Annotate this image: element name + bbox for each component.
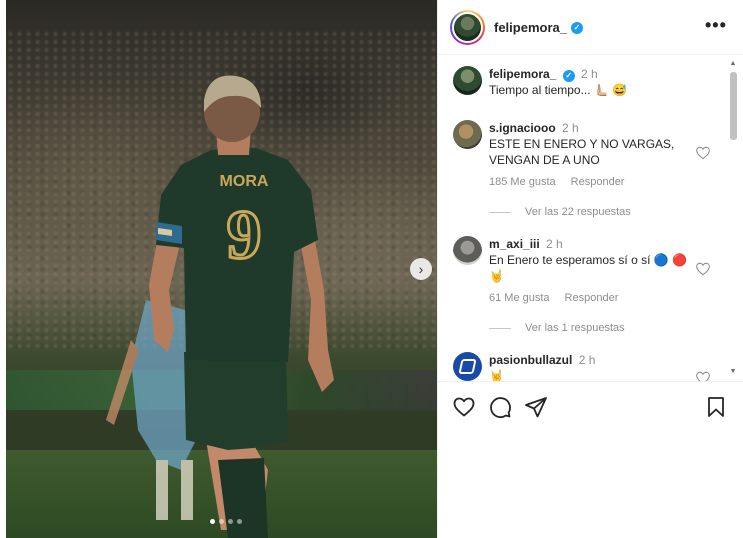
comment-icon[interactable] <box>488 395 512 419</box>
post-sidebar: felipemora_ ✓ ••• felipemora_ ✓ 2 h Tiem… <box>437 0 743 538</box>
avatar[interactable] <box>453 352 482 381</box>
verified-badge-icon: ✓ <box>570 21 583 34</box>
reply-button[interactable]: Responder <box>571 176 625 188</box>
share-icon[interactable] <box>524 395 548 419</box>
chevron-right-icon: › <box>418 261 424 277</box>
post-actions-bar <box>438 381 743 431</box>
player-figure: MORA 9 <box>106 75 334 538</box>
comment-text: En Enero te esperamos sí o sí 🔵 🔴 🤘 <box>489 253 687 283</box>
jersey-name: MORA <box>220 173 269 190</box>
replies-divider <box>489 327 511 329</box>
comment-text: Tiempo al tiempo... 🫷🏼 😅 <box>489 83 628 97</box>
comment-likes[interactable]: 61 Me gusta <box>489 292 550 304</box>
comment-likes[interactable]: 185 Me gusta <box>489 176 556 188</box>
like-comment-heart-icon[interactable] <box>695 145 711 161</box>
comments-scrollbar[interactable]: ▲ ▼ <box>728 60 738 380</box>
carousel-dot[interactable] <box>237 519 242 524</box>
comment-text: ESTE EN ENERO Y NO VARGAS, VENGAN DE A U… <box>489 137 675 167</box>
heart-icon[interactable] <box>452 395 476 419</box>
like-comment-heart-icon[interactable] <box>695 261 711 277</box>
carousel-dot[interactable] <box>210 519 215 524</box>
comment-time[interactable]: 2 h <box>562 121 579 135</box>
replies-divider <box>489 211 511 213</box>
view-replies-button[interactable]: Ver las 1 respuestas <box>489 322 625 334</box>
carousel-dot[interactable] <box>219 519 224 524</box>
comment-time[interactable]: 2 h <box>581 67 598 81</box>
blurred-opponent-player <box>106 300 196 520</box>
avatar[interactable] <box>453 236 482 265</box>
bookmark-icon[interactable] <box>704 395 728 419</box>
scrollbar-thumb[interactable] <box>730 72 737 140</box>
comment-text: 🤘 <box>489 369 504 381</box>
comment-time[interactable]: 2 h <box>546 237 563 251</box>
comments-list: felipemora_ ✓ 2 h Tiempo al tiempo... 🫷🏼… <box>438 56 743 381</box>
view-replies-label[interactable]: Ver las 1 respuestas <box>525 322 625 334</box>
avatar[interactable] <box>450 10 485 45</box>
post-header: felipemora_ ✓ ••• <box>438 0 743 55</box>
post-author-username[interactable]: felipemora_ <box>494 20 567 35</box>
jersey-number: 9 <box>227 197 262 274</box>
post-photo[interactable]: MORA 9 › <box>6 0 437 538</box>
carousel-next-button[interactable]: › <box>410 258 432 280</box>
carousel-dot[interactable] <box>228 519 233 524</box>
post-author[interactable]: felipemora_ ✓ <box>494 20 583 35</box>
comment-time[interactable]: 2 h <box>579 353 596 367</box>
scroll-up-arrow-icon[interactable]: ▲ <box>728 60 738 68</box>
comment-username[interactable]: s.ignaciooo <box>489 121 556 135</box>
like-comment-heart-icon[interactable] <box>695 370 711 381</box>
scroll-down-arrow-icon[interactable]: ▼ <box>728 368 738 376</box>
comment-username[interactable]: m_axi_iii <box>489 237 540 251</box>
view-replies-label[interactable]: Ver las 22 respuestas <box>525 206 631 218</box>
avatar[interactable] <box>453 120 482 149</box>
carousel-dots <box>210 519 242 524</box>
more-options-icon[interactable]: ••• <box>705 15 727 36</box>
view-replies-button[interactable]: Ver las 22 respuestas <box>489 206 631 218</box>
reply-button[interactable]: Responder <box>565 292 619 304</box>
comment-username[interactable]: pasionbullazul <box>489 353 572 367</box>
verified-badge-icon: ✓ <box>562 70 575 82</box>
comment-username[interactable]: felipemora_ <box>489 67 556 81</box>
avatar[interactable] <box>453 66 482 95</box>
